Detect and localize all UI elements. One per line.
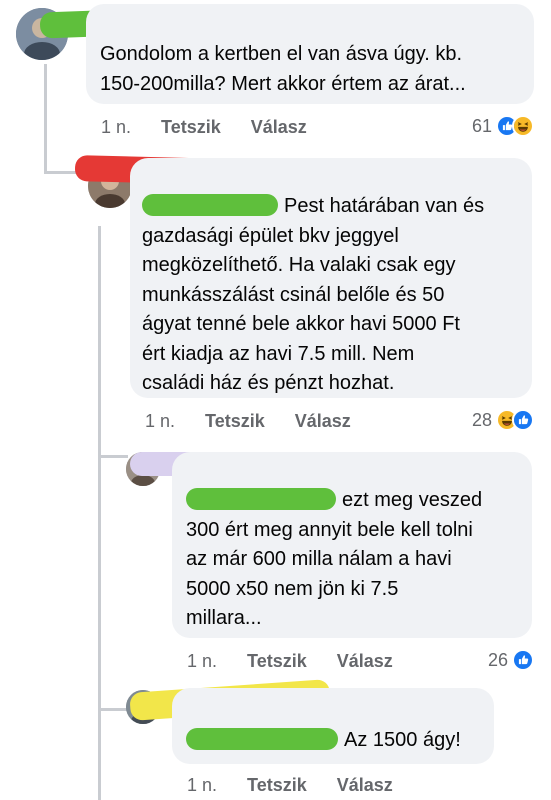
reply-button[interactable]: Válasz — [337, 651, 393, 672]
thread-line — [44, 64, 47, 174]
comment-bubble: ezt meg veszed 300 ért meg annyit bele k… — [172, 452, 532, 638]
comment-body: Az 1500 ágy! — [344, 729, 461, 751]
thread-line — [98, 226, 101, 800]
comment-body: Pest határában van és gazdasági épület b… — [142, 195, 485, 394]
comment-bubble: Pest határában van és gazdasági épület b… — [130, 158, 532, 398]
like-button[interactable]: Tetszik — [247, 651, 307, 672]
haha-reaction-icon — [512, 115, 534, 137]
thread-line — [98, 455, 128, 458]
comment-time[interactable]: 1 n. — [187, 775, 217, 796]
comment-actions: 1 n. Tetszik Válasz — [187, 649, 423, 673]
comment-text: Pest határában van és gazdasági épület b… — [142, 192, 484, 399]
comment-text: Az 1500 ágy! — [186, 726, 461, 756]
comment-bubble: Az 1500 ágy! — [172, 688, 494, 764]
like-reaction-icon — [512, 409, 534, 431]
comment-body: ezt meg veszed 300 ért meg annyit bele k… — [186, 489, 483, 629]
comment-time[interactable]: 1 n. — [145, 411, 175, 432]
like-button[interactable]: Tetszik — [205, 411, 265, 432]
comment-actions: 1 n. Tetszik Válasz — [101, 115, 337, 139]
comment-text: ezt meg veszed 300 ért meg annyit bele k… — [186, 486, 482, 634]
like-reaction-icon — [512, 649, 534, 671]
comment-text: Gondolom a kertben el van ásva úgy. kb. … — [100, 43, 466, 95]
like-button[interactable]: Tetszik — [247, 775, 307, 796]
mention-redacted[interactable] — [142, 194, 278, 216]
like-button[interactable]: Tetszik — [161, 117, 221, 138]
reaction-count: 26 — [487, 649, 508, 670]
comment-time[interactable]: 1 n. — [187, 651, 217, 672]
comment-bubble: Gondolom a kertben el van ásva úgy. kb. … — [86, 4, 534, 104]
comment-actions: 1 n. Tetszik Válasz — [187, 773, 423, 797]
mention-redacted[interactable] — [186, 728, 338, 750]
reply-button[interactable]: Válasz — [251, 117, 307, 138]
reaction-summary[interactable]: 28 — [472, 407, 534, 433]
comment-time[interactable]: 1 n. — [101, 117, 131, 138]
reply-button[interactable]: Válasz — [337, 775, 393, 796]
reaction-summary[interactable]: 26 — [488, 647, 534, 673]
mention-redacted[interactable] — [186, 488, 336, 510]
reaction-summary[interactable]: 61 — [472, 113, 534, 139]
reply-button[interactable]: Válasz — [295, 411, 351, 432]
reaction-count: 28 — [471, 409, 492, 430]
comment-actions: 1 n. Tetszik Válasz — [145, 409, 381, 433]
reaction-count: 61 — [471, 115, 492, 136]
thread-line — [98, 708, 128, 711]
